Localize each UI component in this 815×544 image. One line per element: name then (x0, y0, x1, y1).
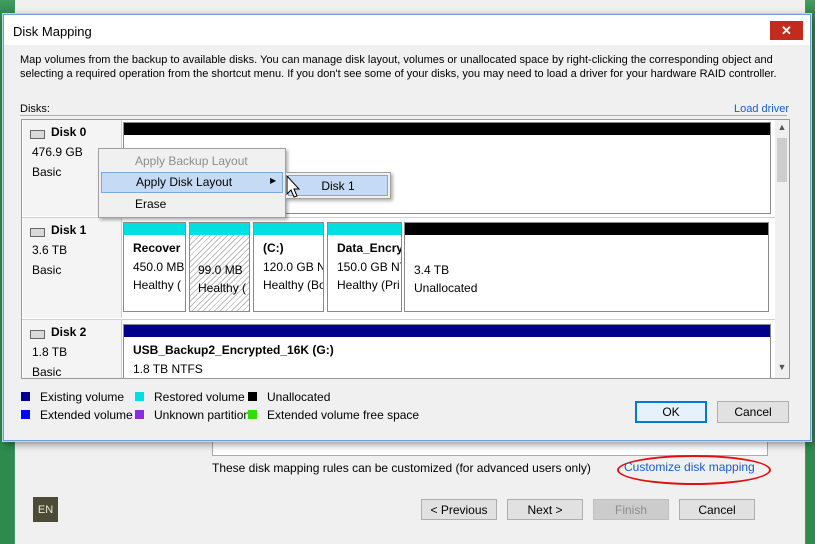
separator (20, 115, 787, 116)
partition-data[interactable]: Data_Encry 150.0 GB NT Healthy (Pri (327, 222, 402, 312)
restored-volume-bar (254, 223, 323, 235)
partition-c[interactable]: (C:) 120.0 GB NT Healthy (Bo (253, 222, 324, 312)
dialog-description: Map volumes from the backup to available… (20, 54, 777, 80)
menu-item-label: Apply Disk Layout (136, 175, 233, 189)
existing-volume-bar (124, 325, 770, 337)
legend-swatch (21, 410, 30, 419)
partition-size: 120.0 GB NT (263, 260, 323, 274)
partition-status: Healthy (Bo (263, 278, 323, 292)
partition-name: Data_Encry (337, 241, 401, 255)
legend-label: Extended volume (40, 408, 133, 422)
partition-system[interactable]: 99.0 MB Healthy ( (189, 222, 250, 312)
dialog-title: Disk Mapping (13, 24, 92, 39)
partition-size: 99.0 MB (198, 263, 243, 277)
partition-size: 1.8 TB NTFS (133, 362, 203, 376)
restored-volume-bar (328, 223, 401, 235)
legend-label: Unallocated (267, 390, 331, 404)
legend-swatch (135, 410, 144, 419)
unallocated-bar (124, 123, 770, 135)
chevron-right-icon: ▶ (270, 176, 277, 185)
menu-item-apply-backup-layout: Apply Backup Layout (101, 151, 283, 172)
partition-size: 450.0 MB (133, 260, 185, 274)
legend-swatch (248, 392, 257, 401)
legend-label: Extended volume free space (267, 408, 420, 422)
restored-volume-bar (124, 223, 185, 235)
rules-note: These disk mapping rules can be customiz… (212, 461, 591, 475)
disk-size: 476.9 GB (32, 145, 83, 159)
partition-status: Healthy ( (133, 278, 182, 292)
legend-swatch (135, 392, 144, 401)
disk-type: Basic (32, 165, 62, 179)
unallocated-bar (405, 223, 768, 235)
ok-button[interactable]: OK (635, 401, 707, 423)
disk-icon (30, 228, 45, 237)
disk-list-scrollbar[interactable]: ▲ ▼ (775, 120, 789, 378)
disk-type: Basic (32, 365, 62, 379)
disk-icon (30, 330, 45, 339)
legend-label: Restored volume (154, 390, 245, 404)
restored-volume-bar (190, 223, 249, 235)
close-icon: ✕ (781, 22, 792, 38)
disk-2-info[interactable]: Disk 2 1.8 TB Basic (23, 320, 122, 379)
legend-label: Unknown partition (154, 408, 251, 422)
disk-type: Basic (32, 263, 62, 277)
menu-item-label: Apply Backup Layout (135, 154, 248, 168)
partition-name: USB_Backup2_Encrypted_16K (G:) (133, 343, 334, 357)
row-divider (22, 319, 775, 320)
legend-swatch (21, 392, 30, 401)
previous-button[interactable]: < Previous (421, 499, 497, 520)
disk-name: Disk 2 (51, 325, 87, 339)
partition-unallocated[interactable]: 3.4 TB Unallocated (404, 222, 769, 312)
mouse-cursor-icon (286, 175, 301, 198)
wizard-cancel-button[interactable]: Cancel (679, 499, 755, 520)
partition-name: (C:) (263, 241, 284, 255)
submenu-item-label: Disk 1 (321, 178, 355, 193)
disk-1-layout: Recover 450.0 MB Healthy ( 99.0 MB Healt… (123, 222, 769, 312)
partition-status: Healthy (Pri (337, 278, 400, 292)
language-badge[interactable]: EN (33, 497, 58, 522)
submenu-item-disk-1[interactable]: Disk 1 (288, 175, 388, 196)
disk-mapping-dialog: Disk Mapping ✕ Map volumes from the back… (3, 14, 811, 441)
customize-disk-mapping-link[interactable]: Customize disk mapping (624, 460, 755, 474)
disk-size: 1.8 TB (32, 345, 68, 359)
disk-name: Disk 0 (51, 125, 87, 139)
partition-recovery[interactable]: Recover 450.0 MB Healthy ( (123, 222, 186, 312)
disk-size: 3.6 TB (32, 243, 68, 257)
partition-size: 150.0 GB NT (337, 260, 401, 274)
finish-button: Finish (593, 499, 669, 520)
menu-item-apply-disk-layout[interactable]: Apply Disk Layout ▶ (101, 172, 283, 193)
scroll-up-icon[interactable]: ▲ (775, 120, 789, 134)
disk-2-layout[interactable]: USB_Backup2_Encrypted_16K (G:) 1.8 TB NT… (123, 324, 771, 378)
partition-status: Healthy ( (198, 281, 247, 295)
menu-item-erase[interactable]: Erase (101, 194, 283, 215)
partition-size: 3.4 TB (414, 263, 450, 277)
scrollbar-thumb[interactable] (777, 138, 787, 182)
scroll-down-icon[interactable]: ▼ (775, 360, 789, 374)
context-menu: Apply Backup Layout Apply Disk Layout ▶ … (98, 148, 286, 218)
dialog-title-bar: Disk Mapping ✕ (4, 15, 810, 45)
next-button[interactable]: Next > (507, 499, 583, 520)
cancel-button[interactable]: Cancel (717, 401, 789, 423)
disk-1-info[interactable]: Disk 1 3.6 TB Basic (23, 218, 122, 318)
partition-name: Recover (133, 241, 181, 255)
legend-label: Existing volume (40, 390, 125, 404)
disks-label: Disks: (20, 103, 50, 115)
disk-icon (30, 130, 45, 139)
load-driver-link[interactable]: Load driver (734, 103, 789, 115)
disk-name: Disk 1 (51, 223, 87, 237)
close-button[interactable]: ✕ (770, 21, 803, 40)
partition-status: Unallocated (414, 281, 478, 295)
background-rules-box (212, 441, 768, 456)
menu-item-label: Erase (135, 197, 167, 211)
legend-swatch (248, 410, 257, 419)
